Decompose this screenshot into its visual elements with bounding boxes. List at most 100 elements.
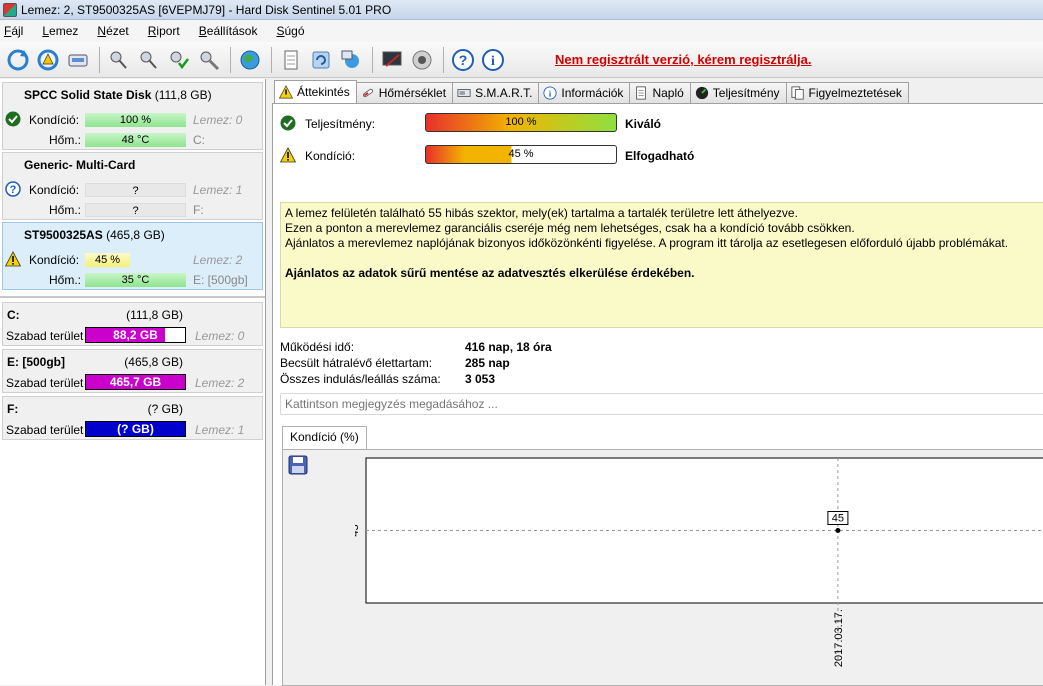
tab-strip: Áttekintés Hőmérséklet S.M.A.R.T. i Informác… [274,80,909,103]
warning-icon [280,147,296,163]
health-check-button[interactable] [165,46,193,74]
drive-letter: F: [193,203,204,217]
data-point [835,528,841,533]
network-icon [341,50,359,68]
disk-card-st9500325as[interactable]: ST9500325AS (465,8 GB) Kondíció: 45 % Le… [2,222,263,290]
free-space-label: Szabad terület [6,329,84,343]
info-icon: i [482,48,504,71]
partition-card-f[interactable]: F: (? GB) Szabad terület (? GB) Lemez: 1 [2,396,263,440]
register-link[interactable]: Nem regisztrált verzió, kérem regisztrál… [555,52,812,67]
sync-button[interactable] [307,46,335,74]
wrench-icon [200,51,220,70]
configuration-button[interactable] [378,46,406,74]
hdd-test-button[interactable] [105,46,133,74]
document-icon [284,50,298,69]
free-space-bar: (? GB) [85,421,186,437]
document-button[interactable] [277,46,305,74]
warning-icon [278,85,294,99]
drive-letter: C: [193,133,205,147]
help-button[interactable]: ? [449,46,477,74]
tab-info[interactable]: i Információk [538,82,631,103]
overview-content: Teljesítmény: 100 % Kiváló Kondíció: 45 … [272,103,1043,686]
partition-size: (? GB) [147,402,183,416]
refresh-button[interactable] [4,46,32,74]
tab-log[interactable]: Napló [629,82,691,103]
partition-size: (465,8 GB) [124,355,183,369]
about-button[interactable]: i [479,46,507,74]
health-bar: 45 % [85,253,130,267]
app-icon [3,2,17,17]
tab-label: Információk [561,86,624,100]
stethoscope-icon [110,51,127,69]
disk-card-spcc[interactable]: SPCC Solid State Disk (111,8 GB) Kondíci… [2,82,263,150]
data-label: 45 [832,513,844,525]
health-notice: A lemez felületén található 55 hibás sze… [280,202,1043,328]
save-icon[interactable] [288,455,308,475]
refresh-icon [7,49,29,70]
refresh-alert-icon [37,49,59,70]
y-tick-label: 45 [355,524,361,536]
question-icon: ? [5,181,21,197]
tab-label: Teljesítmény [712,86,780,100]
sound-button[interactable] [408,46,436,74]
tab-label: S.M.A.R.T. [475,86,533,100]
title-bar: Lemez: 2, ST9500325AS [6VEPMJ79] - Hard … [0,0,1043,20]
disk-title: Generic- Multi-Card [24,158,136,172]
tab-warning[interactable]: Áttekintés [274,80,357,103]
menu-item[interactable]: Súgó [276,24,304,38]
start-stop-value: 3 053 [465,372,496,386]
menu-item[interactable]: Riport [148,24,180,38]
menu-item[interactable]: Lemez [42,24,78,38]
performance-bar: 100 % [425,113,617,132]
disk-button[interactable] [64,46,92,74]
tab-label: Hőmérséklet [378,86,447,100]
menu-bar: Fájl Lemez Nézet Riport Beállítások Súgó [0,20,1043,42]
x-tick-label: 2017.03.17. [833,609,845,667]
partition-name: F: [7,402,19,416]
check-icon [5,111,21,127]
menu-item[interactable]: Beállítások [199,24,258,38]
toolbar-separator [372,46,373,73]
notice-recommendation: Ajánlatos az adatok sűrű mentése az adat… [285,266,695,280]
web-button[interactable] [236,46,264,74]
health-bar: 100 % [85,113,186,127]
thermometer-icon [361,86,375,100]
tab-alerts[interactable]: Figyelmeztetések [785,82,909,103]
help-icon: ? [452,48,474,71]
disk-ref: Lemez: 0 [193,113,243,127]
health-bar: 45 % [425,145,617,164]
smart-icon [457,86,471,100]
svg-text:i: i [491,54,495,69]
toolbar-separator [271,46,272,73]
partition-size: (111,8 GB) [126,308,183,322]
health-label: Kondíció: [29,183,80,197]
drive-letter: E: [500gb] [193,273,248,287]
tab-gauge[interactable]: Teljesítmény [689,82,787,103]
warning-icon [5,251,21,267]
network-button[interactable] [337,46,365,74]
partition-card-c[interactable]: C: (111,8 GB) Szabad terület 88,2 GB Lem… [2,302,263,346]
partition-card-e[interactable]: E: [500gb] (465,8 GB) Szabad terület 465… [2,349,263,393]
partition-name: E: [500gb] [7,355,66,369]
report-wizard-button[interactable] [34,46,62,74]
tab-thermometer[interactable]: Hőmérséklet [355,82,454,103]
check-icon [280,115,296,131]
health-label: Kondíció: [29,113,80,127]
note-input[interactable] [280,393,1043,415]
chart-tab-health[interactable]: Kondíció (%) [282,426,367,449]
stethoscope-icon [140,51,157,69]
tab-smart[interactable]: S.M.A.R.T. [452,82,540,103]
gauge-icon [695,86,709,100]
remaining-life-value: 285 nap [465,356,510,370]
repair-button[interactable] [195,46,223,74]
globe-icon [240,50,260,69]
sync-icon [312,51,330,68]
notice-line: Ajánlatos a merevlemez naplójának bizony… [285,236,1009,250]
panel-divider [0,296,265,298]
temp-bar: ? [85,203,186,217]
disk-card-multicard[interactable]: Generic- Multi-Card ? Kondíció: ? Lemez:… [2,152,263,220]
menu-item[interactable]: Fájl [4,24,23,38]
info-icon: i [543,86,557,100]
menu-item[interactable]: Nézet [97,24,128,38]
surface-test-button[interactable] [135,46,163,74]
